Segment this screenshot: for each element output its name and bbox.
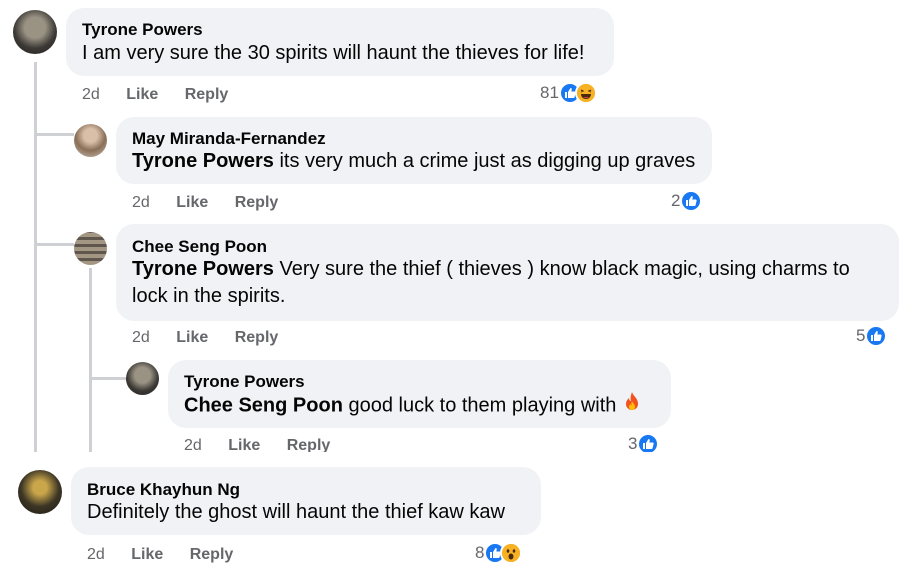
wow-icon — [500, 542, 523, 564]
comment-time[interactable]: 2d — [87, 546, 105, 563]
comment-body: Very sure the thief ( thieves ) know bla… — [273, 258, 850, 280]
comment-author[interactable]: Bruce Khayhun Ng — [87, 480, 240, 500]
like-button[interactable]: Like — [176, 329, 208, 346]
comment-time[interactable]: 2d — [132, 194, 150, 211]
reaction-count: 8 — [475, 543, 485, 562]
comment-actions: 2d Like Reply — [82, 86, 250, 104]
reply-button[interactable]: Reply — [190, 546, 234, 563]
comment-actions: 2d Like Reply — [132, 194, 300, 212]
thread-line — [34, 62, 37, 452]
like-icon — [865, 325, 888, 347]
mention-link[interactable]: Tyrone Powers — [132, 150, 274, 172]
comment-text: Tyrone Powers its very much a crime just… — [132, 148, 695, 175]
scroll-clip — [0, 452, 909, 464]
comment-actions: 2d Like Reply — [87, 546, 255, 564]
avatar[interactable] — [18, 470, 62, 514]
like-button[interactable]: Like — [126, 86, 158, 103]
comment-body: its very much a crime just as digging up… — [273, 150, 696, 172]
comment-author[interactable]: Tyrone Powers — [82, 20, 203, 40]
reaction-count: 5 — [856, 326, 866, 345]
haha-icon — [574, 82, 597, 104]
reaction-summary[interactable]: 2 — [671, 190, 703, 212]
comment-author[interactable]: Chee Seng Poon — [132, 237, 267, 257]
avatar[interactable] — [74, 124, 107, 157]
fire-icon — [622, 391, 642, 421]
like-icon — [680, 190, 703, 212]
mention-link[interactable]: Chee Seng Poon — [184, 394, 343, 416]
like-button[interactable]: Like — [131, 546, 163, 563]
avatar[interactable] — [13, 10, 57, 54]
comment-actions: 2d Like Reply — [132, 329, 300, 347]
thread-connector — [34, 133, 74, 136]
comment-author[interactable]: Tyrone Powers — [184, 372, 305, 392]
avatar[interactable] — [126, 362, 159, 395]
reply-button[interactable]: Reply — [185, 86, 229, 103]
comment-body: lock in the spirits. — [132, 285, 286, 307]
thread-connector — [34, 243, 74, 246]
reaction-count: 3 — [628, 434, 638, 453]
comment-text: Chee Seng Poon good luck to them playing… — [184, 391, 642, 421]
thread-connector — [89, 377, 127, 380]
avatar[interactable] — [74, 232, 107, 265]
reaction-summary[interactable]: 8 — [475, 542, 523, 564]
reaction-summary[interactable]: 81 — [540, 82, 597, 104]
comment-time[interactable]: 2d — [132, 329, 150, 346]
comment-body: good luck to them playing with — [342, 394, 622, 417]
comment-text: I am very sure the 30 spirits will haunt… — [82, 42, 585, 64]
comment-time[interactable]: 2d — [82, 86, 100, 103]
reaction-count: 81 — [540, 83, 559, 102]
reaction-count: 2 — [671, 191, 681, 210]
thread-line — [89, 268, 92, 452]
reply-button[interactable]: Reply — [235, 329, 279, 346]
comment-text: Definitely the ghost will haunt the thie… — [87, 501, 505, 523]
comment-author[interactable]: May Miranda-Fernandez — [132, 129, 326, 149]
like-button[interactable]: Like — [176, 194, 208, 211]
reaction-summary[interactable]: 5 — [856, 325, 888, 347]
reply-button[interactable]: Reply — [235, 194, 279, 211]
mention-link[interactable]: Tyrone Powers — [132, 258, 274, 280]
comment-text: Tyrone Powers Very sure the thief ( thie… — [132, 256, 882, 310]
